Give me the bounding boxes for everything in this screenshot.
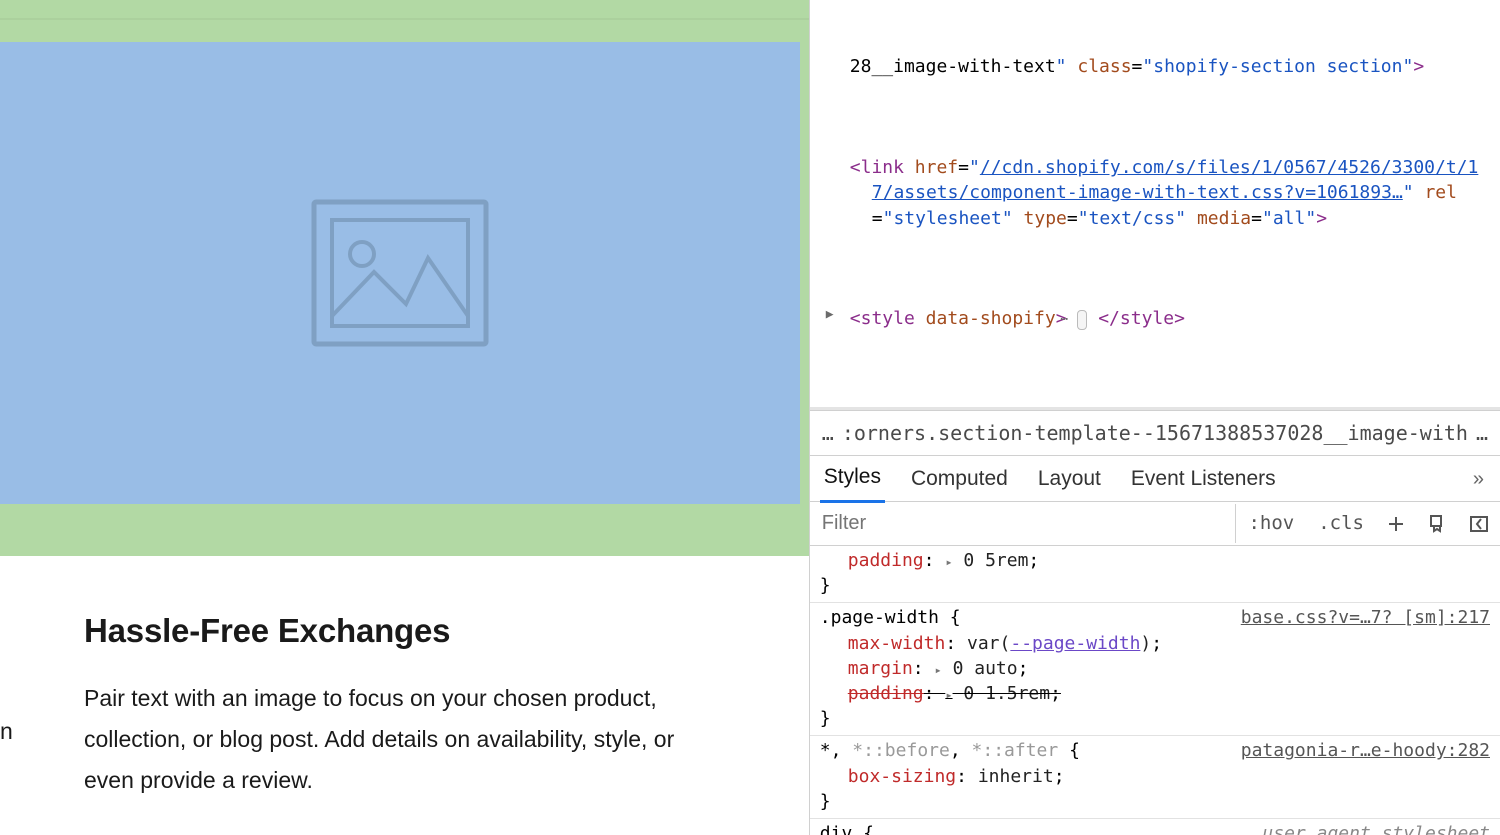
styles-filter-bar: :hov .cls xyxy=(810,502,1500,546)
image-placeholder-box[interactable] xyxy=(0,42,800,504)
rule-source-link[interactable]: patagonia-r…e-hoody:282 xyxy=(1241,738,1490,763)
image-with-text-content: Hassle-Free Exchanges Pair text with an … xyxy=(0,556,809,801)
breadcrumb[interactable]: … :orners.section-template--156713885370… xyxy=(810,410,1500,456)
content-heading: Hassle-Free Exchanges xyxy=(84,612,725,650)
style-rule[interactable]: patagonia-r…e-hoody:282 *, *::before, *:… xyxy=(810,736,1500,819)
more-tabs-icon[interactable]: » xyxy=(1467,465,1490,493)
dom-node-selected-div[interactable]: ▼<div class="image-with-text image-with-… xyxy=(810,407,1500,410)
rule-source-ua: user agent stylesheet xyxy=(1262,821,1490,835)
paint-flashing-icon[interactable] xyxy=(1416,513,1458,535)
styles-rules-list[interactable]: padding: ▸ 0 5rem; } base.css?v=…7? [sm]… xyxy=(810,546,1500,835)
toggle-sidebar-icon[interactable] xyxy=(1458,513,1500,535)
tab-layout[interactable]: Layout xyxy=(1034,456,1105,501)
dom-node-style[interactable]: ▶<style data-shopify> ⋯ </style> xyxy=(810,306,1500,331)
style-rule[interactable]: user agent stylesheet div { xyxy=(810,819,1500,835)
rule-source-link[interactable]: base.css?v=…7? [sm]:217 xyxy=(1241,605,1490,630)
breadcrumb-overflow-right[interactable]: … xyxy=(1476,419,1488,447)
style-rule[interactable]: padding: ▸ 0 5rem; } xyxy=(810,546,1500,603)
tab-styles[interactable]: Styles xyxy=(820,454,885,502)
page-preview: Hassle-Free Exchanges Pair text with an … xyxy=(0,0,810,835)
devtools-panel: 28__image-with-text" class="shopify-sect… xyxy=(810,0,1500,835)
style-rule[interactable]: base.css?v=…7? [sm]:217 .page-width { ma… xyxy=(810,603,1500,736)
truncated-text-fragment: n xyxy=(0,718,13,745)
cls-toggle[interactable]: .cls xyxy=(1306,510,1376,537)
styles-filter-input[interactable] xyxy=(810,504,1237,543)
ellipsis-icon[interactable]: ⋯ xyxy=(1077,310,1087,330)
elements-tree[interactable]: 28__image-with-text" class="shopify-sect… xyxy=(810,0,1500,410)
new-style-rule-button[interactable] xyxy=(1376,514,1416,534)
tab-event-listeners[interactable]: Event Listeners xyxy=(1127,456,1280,501)
styles-tabs: Styles Computed Layout Event Listeners » xyxy=(810,456,1500,502)
hov-toggle[interactable]: :hov xyxy=(1236,510,1306,537)
breadcrumb-text[interactable]: :orners.section-template--15671388537028… xyxy=(842,419,1468,447)
image-placeholder-icon xyxy=(310,198,490,348)
dom-node-link[interactable]: <link href="//cdn.shopify.com/s/files/1/… xyxy=(810,155,1500,231)
tab-computed[interactable]: Computed xyxy=(907,456,1012,501)
dom-node-section[interactable]: 28__image-with-text" class="shopify-sect… xyxy=(810,54,1500,79)
content-body: Pair text with an image to focus on your… xyxy=(84,678,725,801)
breadcrumb-overflow-left[interactable]: … xyxy=(822,419,834,447)
section-background xyxy=(0,0,809,556)
